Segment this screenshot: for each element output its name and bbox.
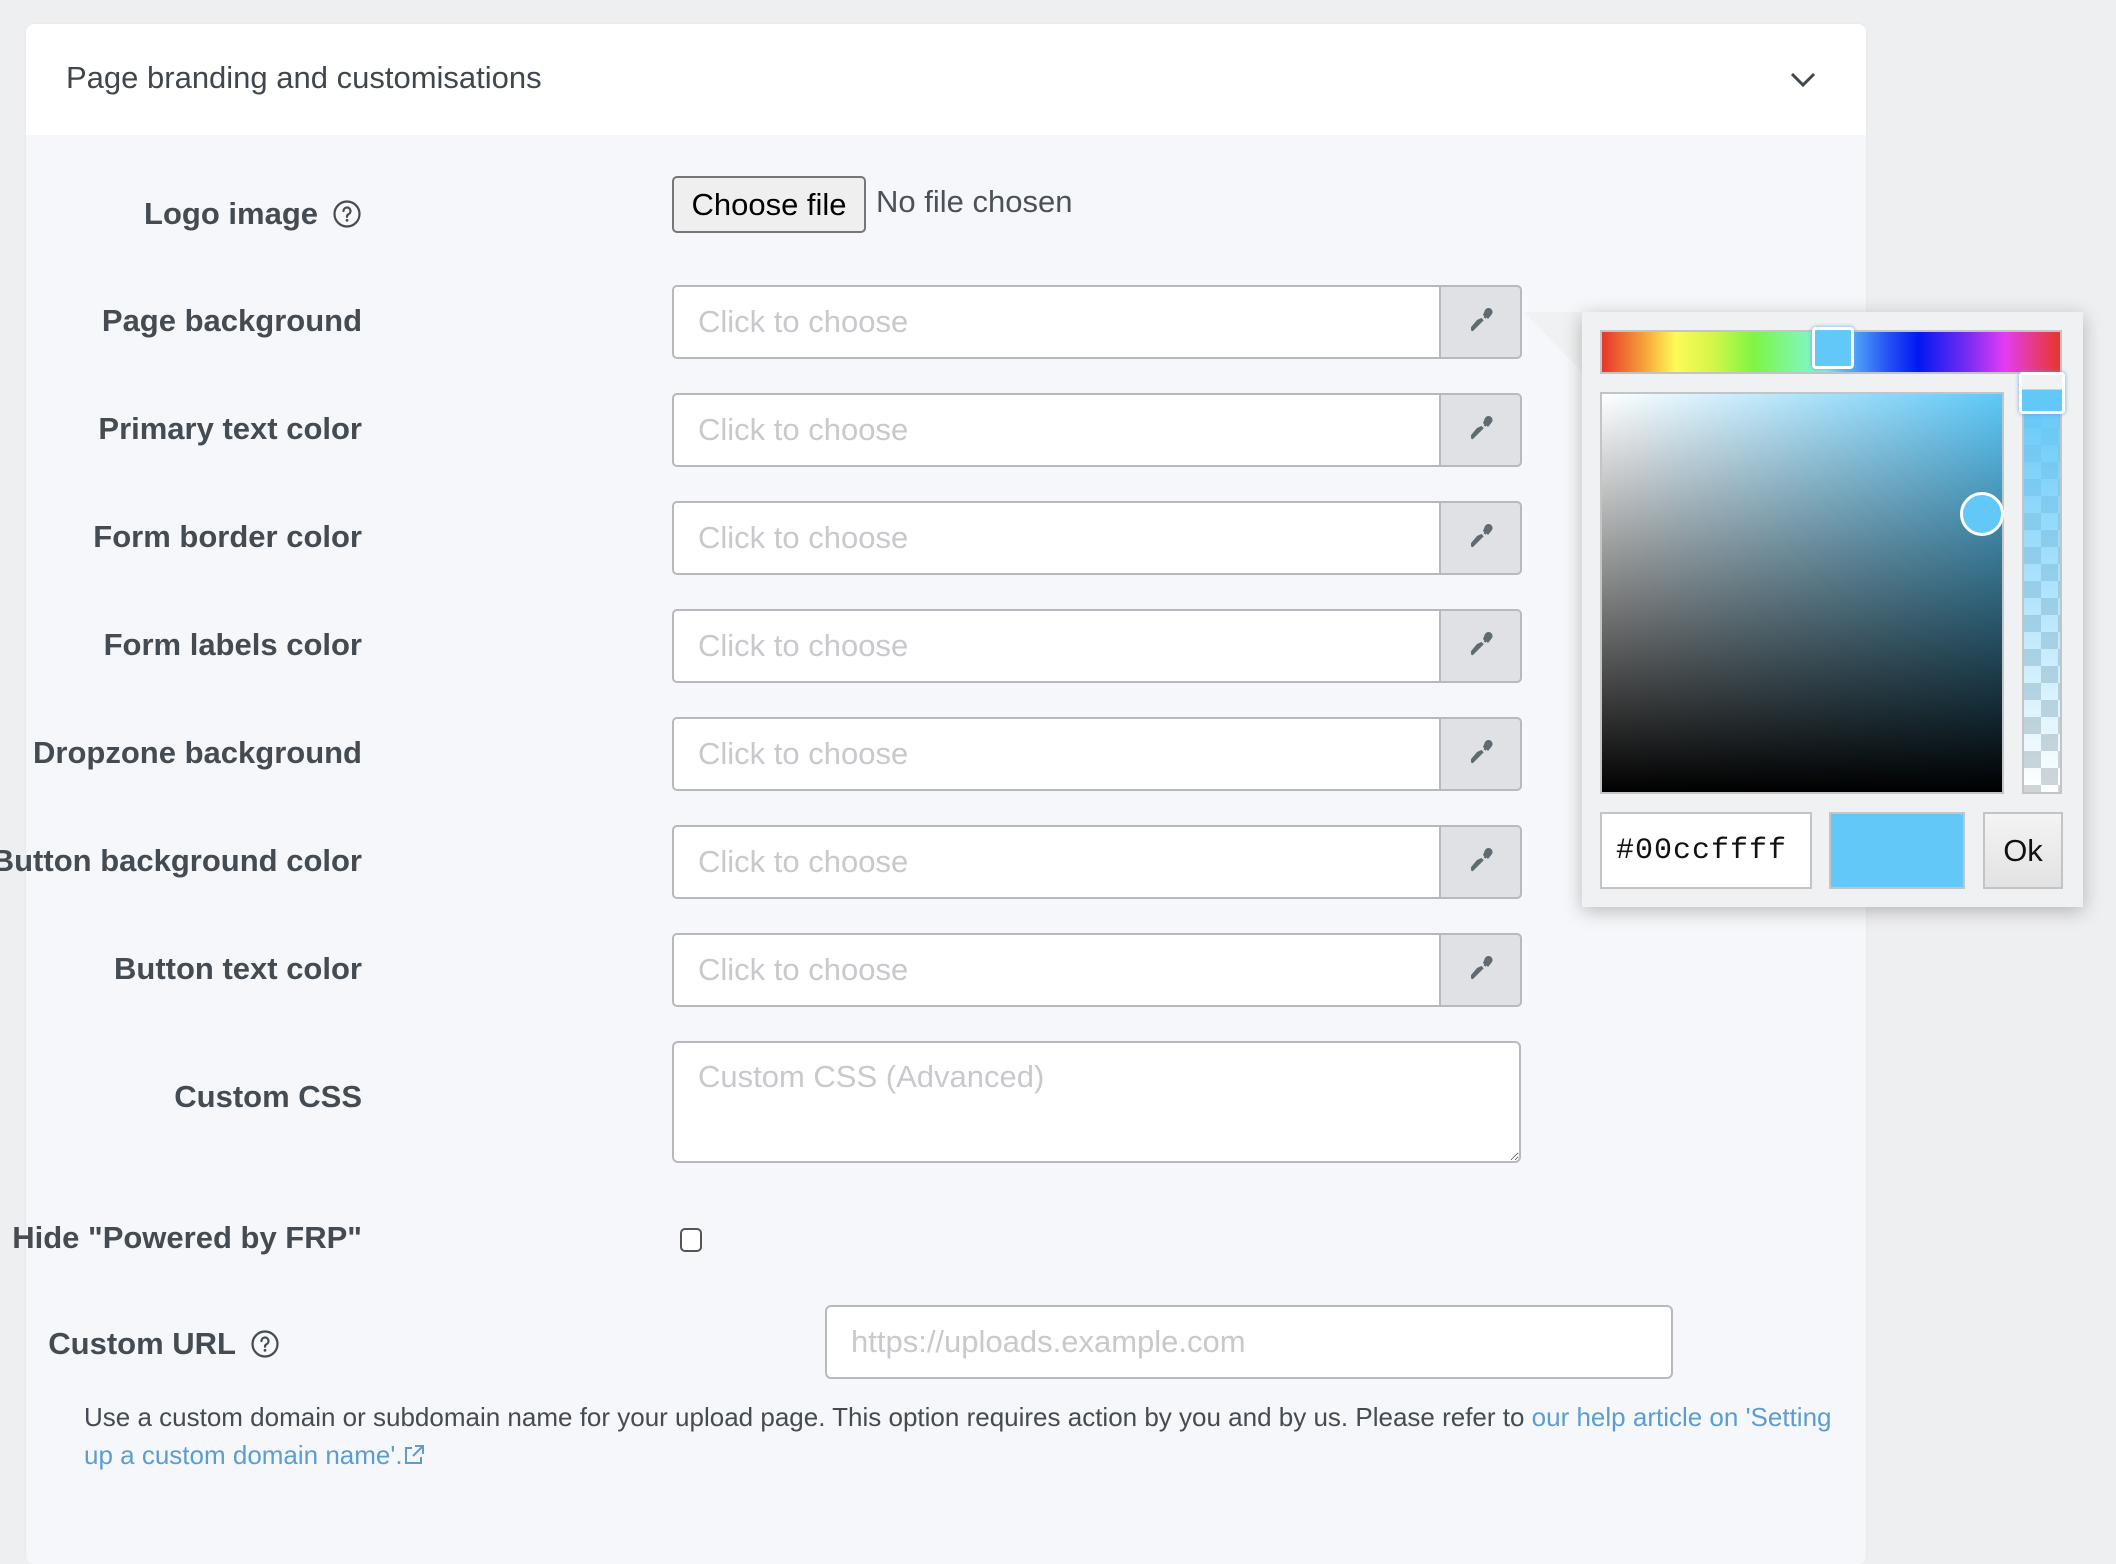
- ok-button[interactable]: Ok: [1983, 812, 2063, 889]
- form-border-color-input[interactable]: [672, 501, 1440, 575]
- hide-powered-by-label: Hide "Powered by FRP": [12, 1220, 362, 1256]
- popup-pointer: [1524, 312, 1584, 374]
- section-header[interactable]: Page branding and customisations: [26, 24, 1866, 135]
- custom-css-textarea[interactable]: [672, 1041, 1521, 1163]
- page-background-picker-button[interactable]: [1439, 285, 1522, 359]
- form-labels-color-field: [672, 609, 1522, 683]
- dropzone-background-input[interactable]: [672, 717, 1440, 791]
- eyedropper-icon: [1470, 523, 1493, 548]
- custom-css-label-text: Custom CSS: [174, 1079, 362, 1114]
- custom-url-label: Custom URL: [48, 1326, 280, 1362]
- button-background-color-label: Button background color: [0, 843, 362, 879]
- primary-text-color-label-text: Primary text color: [98, 411, 362, 446]
- chevron-down-icon[interactable]: [1788, 64, 1818, 94]
- color-picker-popup: Ok: [1582, 312, 2083, 907]
- question-circle-icon[interactable]: [250, 1329, 280, 1359]
- dropzone-background-picker-button[interactable]: [1439, 717, 1522, 791]
- dropzone-background-label: Dropzone background: [33, 735, 362, 771]
- custom-url-label-text: Custom URL: [48, 1326, 236, 1361]
- help-text-body: Use a custom domain or subdomain name fo…: [84, 1402, 1532, 1432]
- form-labels-color-picker-button[interactable]: [1439, 609, 1522, 683]
- page-background-input[interactable]: [672, 285, 1440, 359]
- section-title: Page branding and customisations: [66, 60, 542, 95]
- dropzone-background-field: [672, 717, 1522, 791]
- question-circle-icon[interactable]: [332, 199, 362, 229]
- eyedropper-icon: [1470, 631, 1493, 656]
- logo-image-label: Logo image: [144, 196, 362, 232]
- hue-slider-handle[interactable]: [1812, 327, 1854, 369]
- alpha-slider-handle[interactable]: [2019, 372, 2065, 414]
- hide-powered-by-checkbox[interactable]: [680, 1228, 702, 1252]
- button-text-color-field: [672, 933, 1522, 1007]
- button-text-color-label: Button text color: [114, 951, 362, 987]
- color-preview-swatch: [1829, 812, 1965, 889]
- hue-slider[interactable]: [1600, 327, 2062, 374]
- button-background-color-field: [672, 825, 1522, 899]
- logo-image-label-text: Logo image: [144, 196, 318, 231]
- eyedropper-icon: [1470, 739, 1493, 764]
- primary-text-color-label: Primary text color: [98, 411, 362, 447]
- hex-value-input[interactable]: [1600, 812, 1812, 889]
- custom-url-input[interactable]: [825, 1305, 1673, 1379]
- form-labels-color-label: Form labels color: [104, 627, 362, 663]
- primary-text-color-field: [672, 393, 1522, 467]
- page-background-field: [672, 285, 1522, 359]
- eyedropper-icon: [1470, 955, 1493, 980]
- button-text-color-input[interactable]: [672, 933, 1440, 1007]
- external-link-icon: [404, 1445, 424, 1464]
- form-border-color-field: [672, 501, 1522, 575]
- button-background-color-label-text: Button background color: [0, 843, 362, 878]
- button-text-color-label-text: Button text color: [114, 951, 362, 986]
- form-border-color-label: Form border color: [93, 519, 362, 555]
- saturation-value-area[interactable]: [1600, 392, 2004, 794]
- form-border-color-picker-button[interactable]: [1439, 501, 1522, 575]
- hide-powered-by-label-text: Hide "Powered by FRP": [12, 1220, 362, 1255]
- saturation-value-handle[interactable]: [1960, 492, 2004, 536]
- form-labels-color-label-text: Form labels color: [103, 627, 362, 662]
- custom-url-help-text: Use a custom domain or subdomain name fo…: [84, 1398, 1844, 1474]
- custom-css-label: Custom CSS: [174, 1079, 362, 1115]
- page-background-label-text: Page background: [101, 303, 362, 338]
- file-status-text: No file chosen: [876, 184, 1073, 219]
- eyedropper-icon: [1470, 847, 1493, 872]
- dropzone-background-label-text: Dropzone background: [33, 735, 362, 770]
- alpha-slider[interactable]: [2022, 392, 2062, 794]
- button-text-color-picker-button[interactable]: [1439, 933, 1522, 1007]
- button-background-color-picker-button[interactable]: [1439, 825, 1522, 899]
- primary-text-color-picker-button[interactable]: [1439, 393, 1522, 467]
- choose-file-button[interactable]: Choose file: [672, 176, 866, 233]
- eyedropper-icon: [1470, 415, 1493, 440]
- primary-text-color-input[interactable]: [672, 393, 1440, 467]
- form-border-color-label-text: Form border color: [93, 519, 362, 554]
- button-background-color-input[interactable]: [672, 825, 1440, 899]
- form-labels-color-input[interactable]: [672, 609, 1440, 683]
- page-background-label: Page background: [102, 303, 362, 339]
- eyedropper-icon: [1470, 307, 1493, 332]
